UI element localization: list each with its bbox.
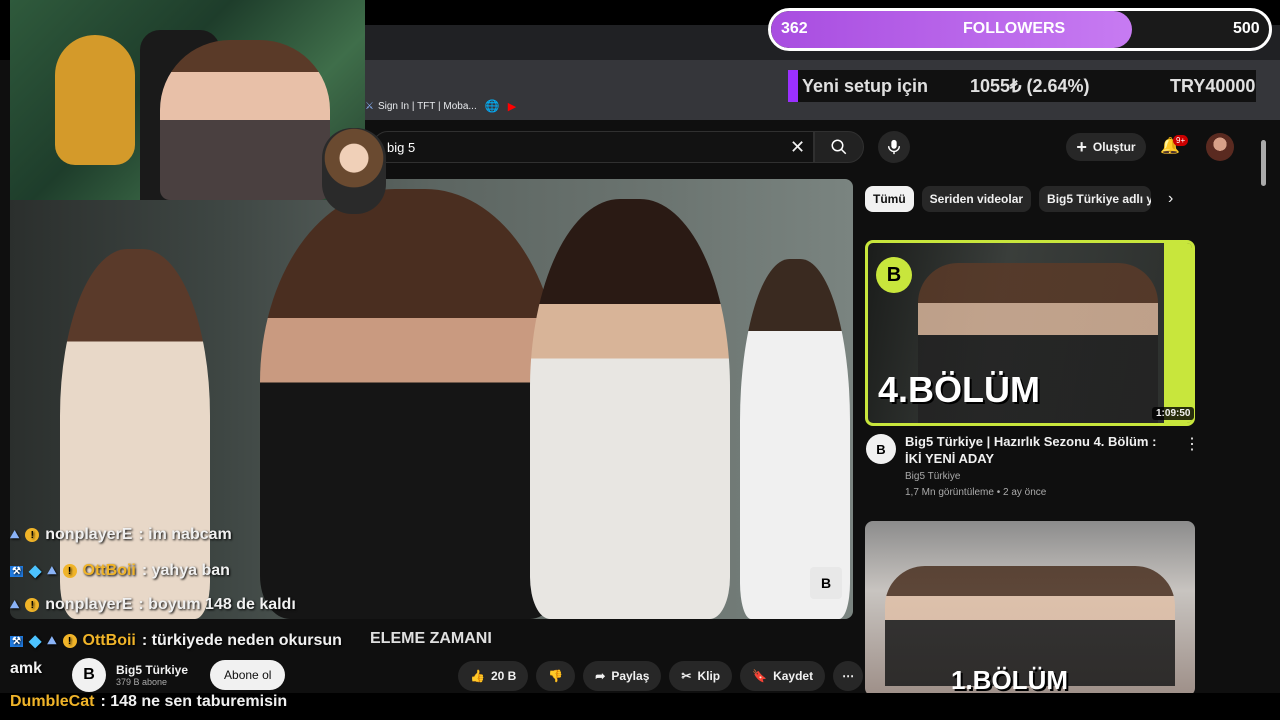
followers-goal: 500 [1233,20,1260,37]
chat-message-wrap: amk [10,660,42,678]
thumbnail-side-strip [1164,243,1192,423]
chat-username: nonplayerE [45,526,133,543]
video-person [530,199,730,619]
hammer-icon: ⚒ [10,635,23,647]
coin-badge-icon: ! [25,528,40,542]
donation-goal: Yeni setup için 1055₺ (2.64%) TRY40000 [788,70,1256,102]
clear-search-icon[interactable]: ✕ [790,137,805,158]
hammer-icon: ⚒ [10,565,23,577]
youtube-bookmark-icon[interactable]: ▶ [508,100,516,113]
donation-target: TRY40000 [1170,75,1256,96]
scrollbar[interactable] [1258,136,1268,696]
related-thumbnail[interactable]: 1.BÖLÜM [865,521,1195,696]
streamer-webcam [10,0,365,200]
share-icon: ➦ [595,669,606,683]
microphone-icon [887,139,901,155]
tft-icon: ⚔ [365,100,374,112]
video-duration: 1:09:50 [1152,407,1195,420]
save-button[interactable]: 🔖 Kaydet [740,661,826,691]
coin-badge-icon: ! [62,564,77,578]
globe-icon[interactable]: 🌐 [485,99,500,113]
scissors-icon: ✂ [681,669,692,683]
chat-text: : yahya ban [141,562,230,579]
chip-uploads[interactable]: Big5 Türkiye adlı yükl [1039,186,1152,212]
big5-logo-icon: B [876,257,912,293]
donation-label: Yeni setup için [802,75,929,96]
chat-message: ⚒ ◆ ⛰ ! OttBoii : türkiyede neden okursu… [10,631,342,651]
related-video-title[interactable]: Big5 Türkiye | Hazırlık Sezonu 4. Bölüm … [905,433,1170,467]
chat-username: DumbleCat [10,693,95,710]
share-button[interactable]: ➦ Paylaş [583,661,662,691]
search-icon [831,139,847,155]
search-button[interactable] [814,131,864,163]
chat-username: nonplayerE [45,596,133,613]
channel-watermark[interactable]: B [810,567,842,599]
chat-text: : türkiyede neden okursun [141,632,342,649]
chat-text: : im nabcam [138,526,232,543]
related-video-meta: 1,7 Mn görüntüleme • 2 ay önce [905,487,1047,498]
streamer [160,40,330,200]
chip-all[interactable]: Tümü [865,186,914,212]
mod-icon: ⛰ [10,598,20,611]
coin-badge-icon: ! [25,598,40,612]
channel-avatar[interactable]: B [72,658,106,692]
chip-series[interactable]: Seriden videolar [921,186,1032,212]
notification-badge: 9+ [1173,135,1189,146]
channel-info: Big5 Türkiye 379 B abone [116,663,188,687]
like-button[interactable]: 👍 20 B [458,661,529,691]
channel-avatar[interactable]: B [866,434,896,464]
donation-amount: 1055₺ (2.64%) [970,75,1090,96]
chevron-right-icon[interactable]: › [1168,190,1173,208]
donation-progress [788,70,798,102]
more-actions-button[interactable]: ⋯ [833,661,864,691]
mod-icon: ⛰ [10,528,20,541]
followers-goal-bar: 362 FOLLOWERS 500 [768,8,1272,51]
related-thumbnail[interactable]: B 4.BÖLÜM [865,240,1195,426]
thumbnail-title: 4.BÖLÜM [878,369,1040,410]
teddy-bear [55,35,135,165]
thumbs-up-icon: 👍 [470,669,485,683]
cube-icon: ◆ [28,563,42,580]
thumbs-down-icon: 👎 [548,669,564,683]
followers-progress-fill [771,11,1132,48]
video-person [740,259,850,619]
more-vert-icon[interactable]: ⋮ [1184,434,1200,454]
doll-sticker [322,128,386,214]
chat-text: : 148 ne sen taburemisin [100,693,288,710]
plus-icon: + [1076,136,1087,157]
chat-username: OttBoii [82,562,136,579]
chat-text: : boyum 148 de kaldı [138,596,296,613]
voice-search-button[interactable] [878,131,910,163]
mod-icon: ⛰ [47,564,57,577]
thumbnail-title: 1.BÖLÜM [951,665,1068,695]
related-chips: Tümü Seriden videolar Big5 Türkiye adlı … [865,186,1152,212]
user-avatar[interactable] [1206,133,1234,161]
bookmark-item[interactable]: ⚔ Sign In | TFT | Moba... [365,101,477,112]
create-button[interactable]: + Oluştur [1066,133,1146,161]
video-player[interactable] [10,179,853,619]
followers-current: 362 [781,20,808,37]
subscribe-button[interactable]: Abone ol [210,660,286,690]
cube-icon: ◆ [28,633,42,650]
bookmark-icon: 🔖 [752,669,768,683]
coin-badge-icon: ! [62,634,77,648]
clip-button[interactable]: ✂ Klip [669,661,733,691]
channel-name[interactable]: Big5 Türkiye [116,663,188,677]
mod-icon: ⛰ [47,634,57,647]
followers-label: FOLLOWERS [963,20,1066,37]
search-input[interactable]: big 5 [372,131,814,163]
chat-message: ⛰ ! nonplayerE : boyum 148 de kaldı [10,596,296,614]
related-channel-name[interactable]: Big5 Türkiye [905,471,960,482]
chat-username: OttBoii [82,632,136,649]
scrollbar-thumb[interactable] [1261,140,1266,186]
chat-text: amk [10,660,43,677]
chat-message: ⚒ ◆ ⛰ ! OttBoii : yahya ban [10,561,230,581]
chat-message: ⛰ ! nonplayerE : im nabcam [10,526,232,544]
video-owner: B Big5 Türkiye 379 B abone Abone ol [72,658,286,692]
video-actions: 👍 20 B 👎 ➦ Paylaş ✂ Klip 🔖 Kaydet ⋯ [458,661,864,691]
subscriber-count: 379 B abone [116,677,168,687]
video-person [260,189,560,619]
chat-message: DumbleCat : 148 ne sen taburemisin [10,693,287,711]
dislike-button[interactable]: 👎 [536,661,576,691]
